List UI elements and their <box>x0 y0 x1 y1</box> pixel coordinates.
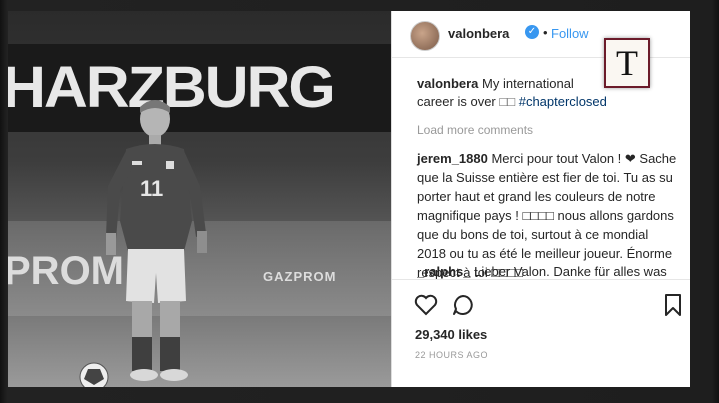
load-more-comments-link[interactable]: Load more comments <box>417 123 533 137</box>
player-figure <box>79 100 207 387</box>
avatar[interactable] <box>410 21 440 51</box>
comment-username[interactable]: jerem_1880 <box>417 151 488 166</box>
post-caption: valonbera My international career is ove… <box>417 75 607 111</box>
instagram-post: HARZBURG PROM GAZPROM 11 valonbera ✓ • F… <box>8 11 690 387</box>
caption-username[interactable]: valonbera <box>417 76 478 91</box>
caption-emoji: □□ <box>499 94 516 109</box>
watermark-logo: T <box>604 38 650 88</box>
timestamp: 22 HOURS AGO <box>415 350 489 360</box>
follow-button[interactable]: Follow <box>551 26 589 41</box>
comment-text: Merci pour tout Valon ! ❤ Sache que la S… <box>417 151 677 280</box>
shirt-number: 11 <box>140 176 164 201</box>
post-photo: HARZBURG PROM GAZPROM 11 <box>8 11 391 387</box>
caption-hashtag[interactable]: #chapterclosed <box>519 94 607 109</box>
comment-icon[interactable] <box>451 293 475 317</box>
likes-count[interactable]: 29,340 likes <box>415 327 487 342</box>
header-username[interactable]: valonbera <box>448 26 509 41</box>
post-sidebar: valonbera ✓ • Follow T valonbera My inte… <box>391 11 690 387</box>
comment-item: _ralphs_ Lieber Valon. Danke für alles w… <box>417 265 679 279</box>
bookmark-icon[interactable] <box>664 293 682 317</box>
heart-icon[interactable] <box>414 294 438 316</box>
comment-item: jerem_1880 Merci pour tout Valon ! ❤ Sac… <box>417 149 679 282</box>
actions-divider <box>392 279 690 280</box>
verified-badge-icon: ✓ <box>525 25 539 39</box>
separator-dot: • <box>543 25 548 40</box>
comment-text: Lieber Valon. Danke für alles was <box>474 265 667 279</box>
comment-username[interactable]: _ralphs_ <box>417 265 470 279</box>
